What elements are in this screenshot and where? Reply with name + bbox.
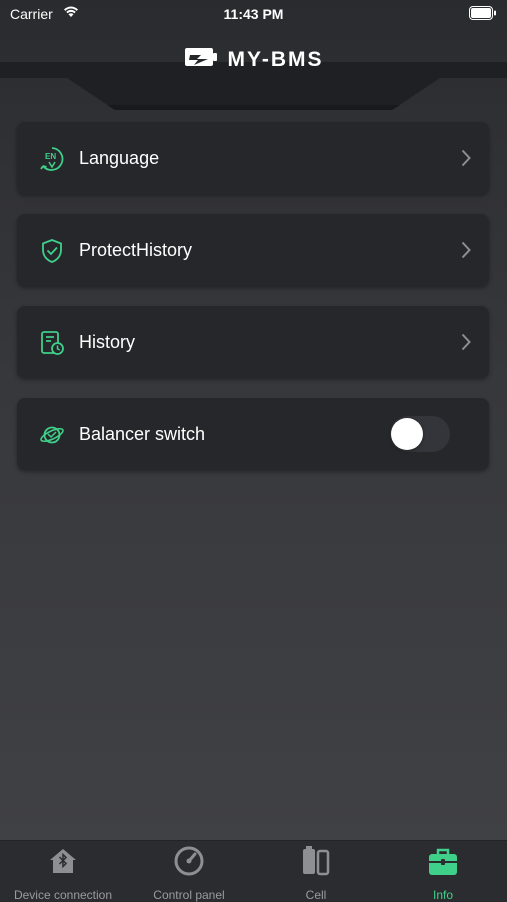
bluetooth-home-icon (47, 845, 79, 877)
chevron-right-icon (461, 149, 471, 172)
tab-device-connection[interactable]: Device connection (0, 841, 126, 902)
menu-item-protect-history[interactable]: ProtectHistory (17, 214, 489, 286)
briefcase-info-icon (427, 845, 459, 877)
svg-text:EN: EN (45, 152, 56, 161)
language-en-icon: EN (39, 146, 65, 172)
app-logo: MY-BMS (0, 46, 507, 73)
tab-cell[interactable]: Cell (253, 841, 379, 902)
menu-item-label: Balancer switch (79, 424, 206, 444)
toggle-knob (391, 418, 423, 450)
chevron-right-icon (461, 241, 471, 264)
menu-item-label: ProtectHistory (79, 240, 193, 260)
tab-info[interactable]: Info (380, 841, 506, 902)
battery-cell-icon (300, 845, 332, 877)
balance-planet-icon (39, 422, 65, 448)
tab-control-panel[interactable]: Control panel (126, 841, 252, 902)
chevron-right-icon (461, 333, 471, 356)
menu-item-language[interactable]: EN Language (17, 122, 489, 194)
balancer-toggle[interactable] (390, 416, 450, 452)
menu-item-history[interactable]: History (17, 306, 489, 378)
menu-item-label: History (79, 332, 136, 352)
battery-bolt-logo-icon (184, 46, 218, 73)
clock: 11:43 PM (223, 6, 284, 22)
battery-icon (469, 6, 497, 25)
app-title: MY-BMS (227, 47, 324, 71)
status-bar: Carrier 11:43 PM (0, 0, 507, 30)
history-document-clock-icon (39, 330, 65, 356)
shield-check-icon (39, 238, 65, 264)
menu-item-balancer-switch: Balancer switch (17, 398, 489, 470)
menu-item-label: Language (79, 148, 160, 168)
gauge-icon (173, 845, 205, 877)
tab-bar: Device connection Control panel Cell Inf… (0, 840, 507, 902)
